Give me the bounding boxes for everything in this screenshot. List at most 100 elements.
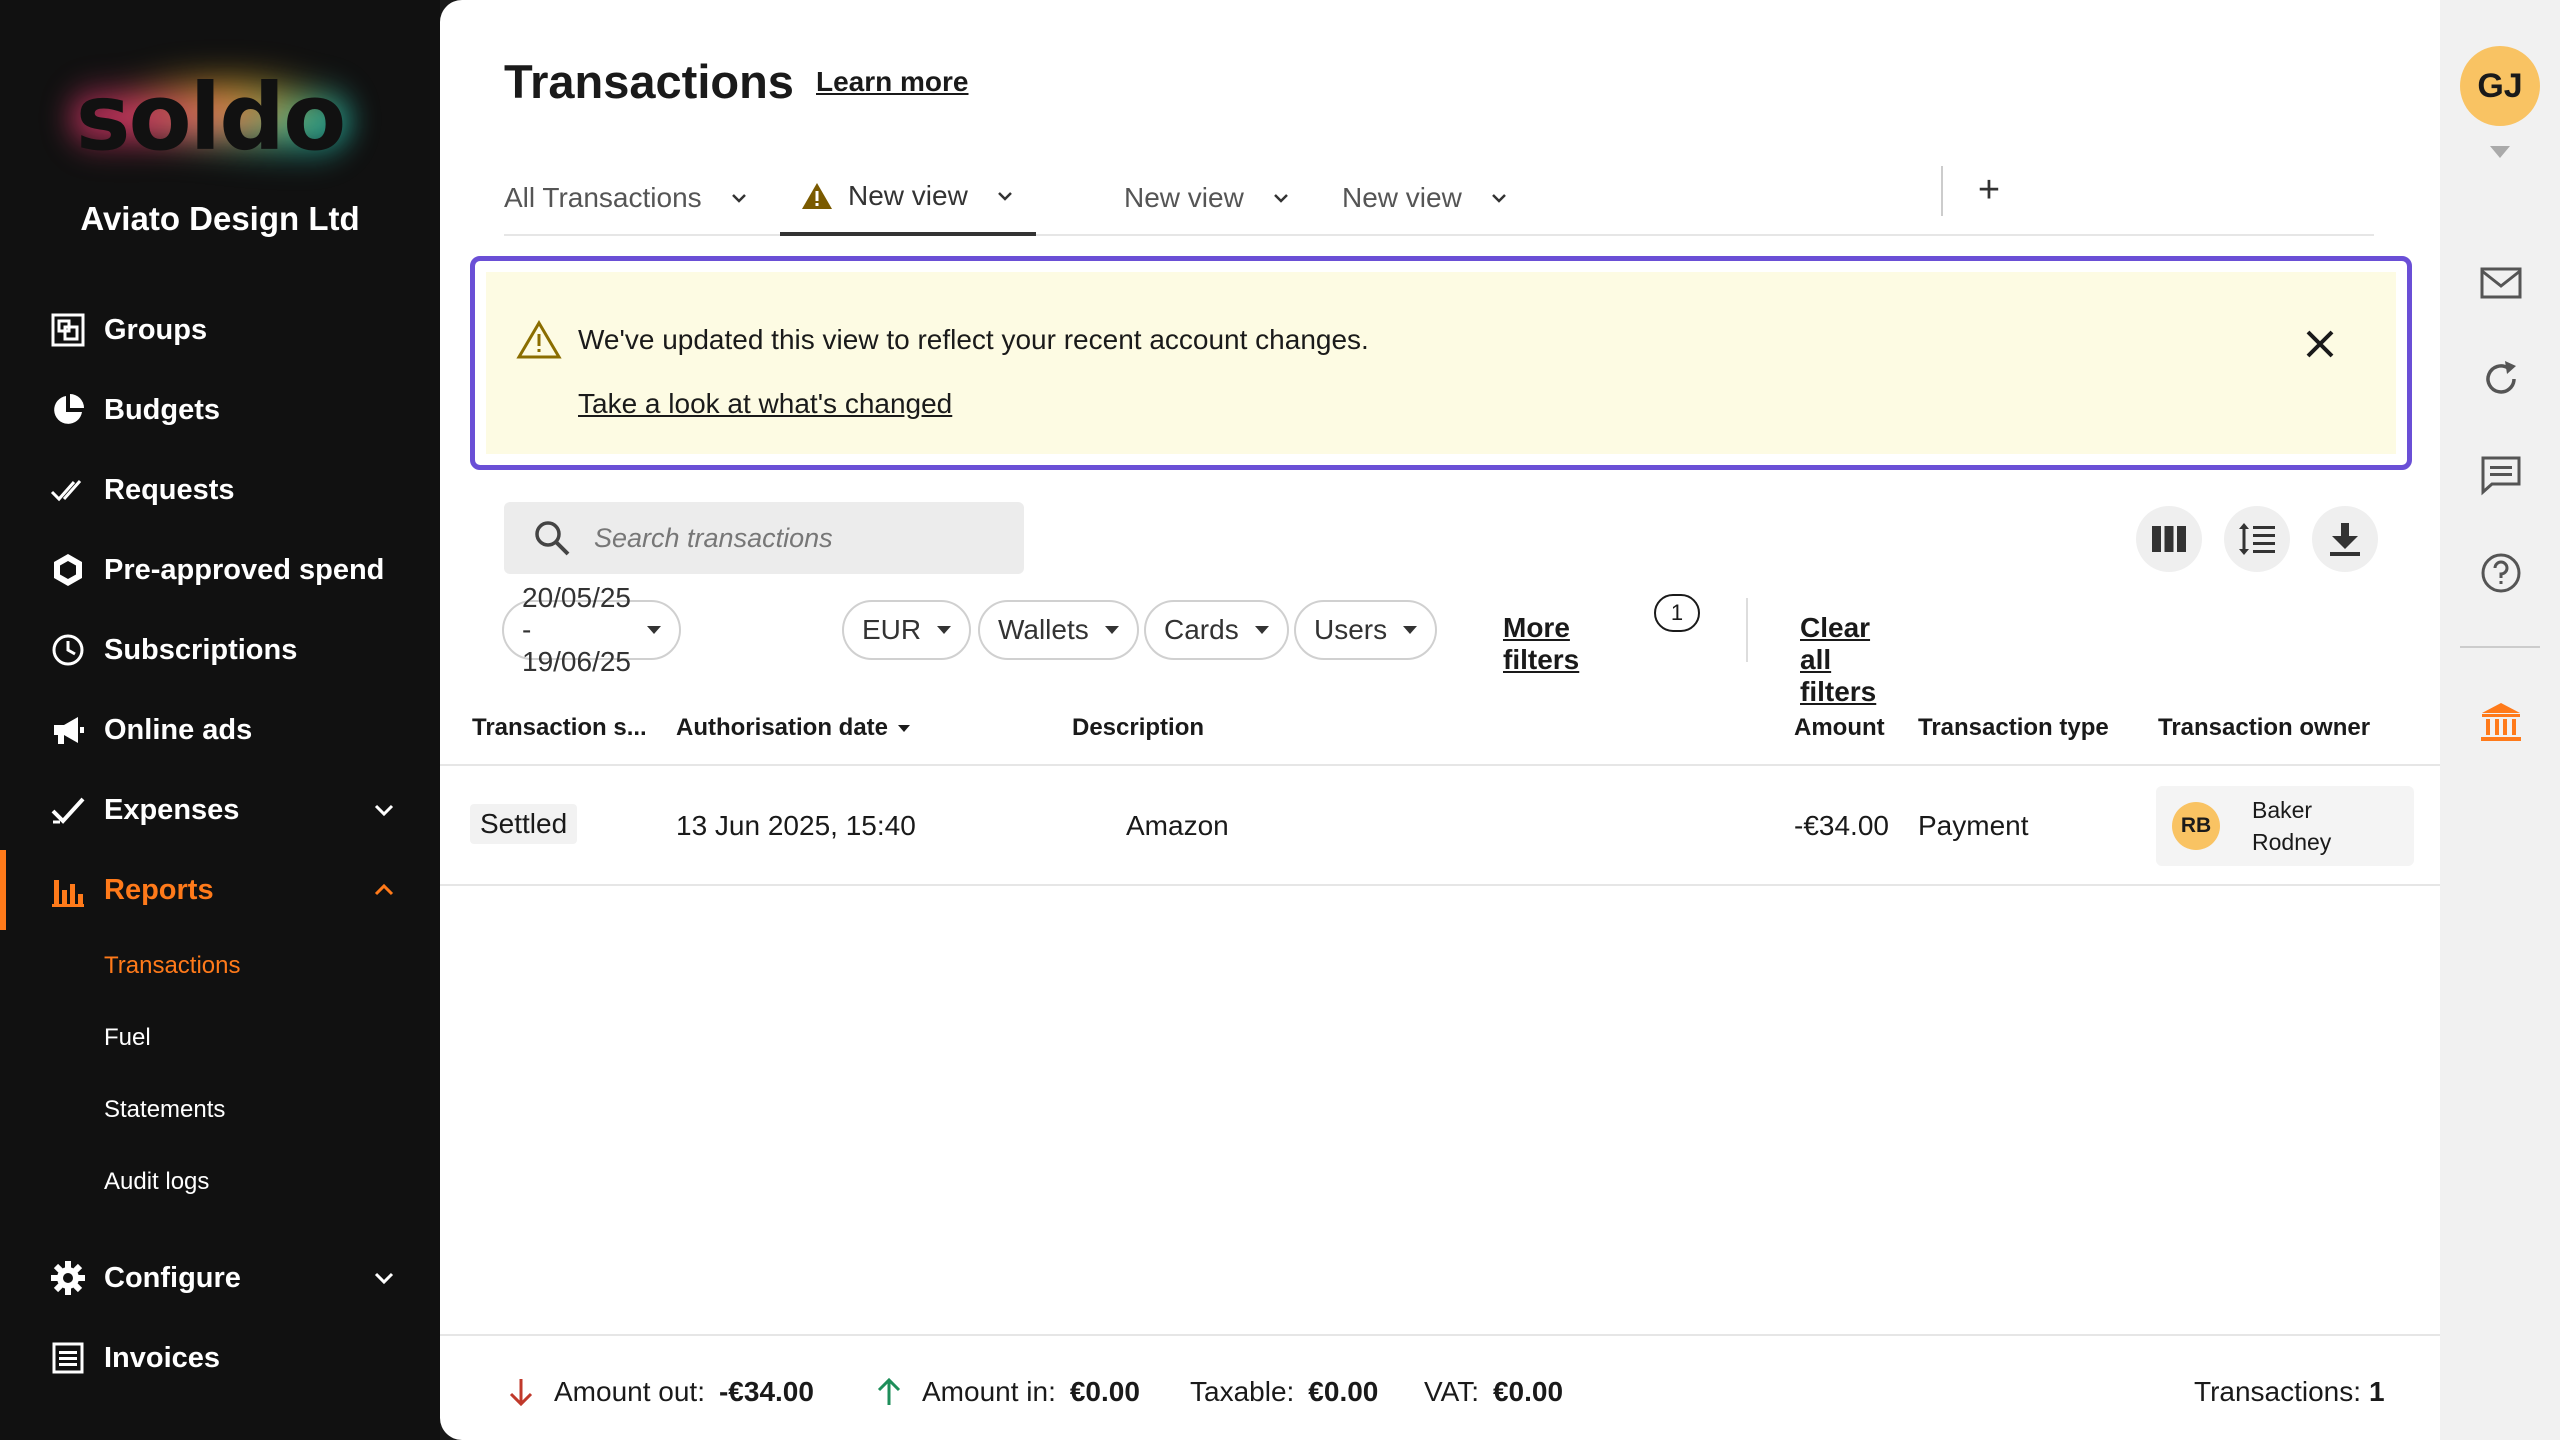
tab-new-view-3[interactable]: New view [1342, 160, 1510, 236]
search-box[interactable] [504, 502, 1024, 574]
tab-new-view-active[interactable]: New view [780, 160, 1036, 236]
add-view-button[interactable]: + [1964, 160, 2014, 220]
columns-icon [2152, 526, 2186, 552]
chevron-up-icon[interactable] [370, 876, 398, 904]
check-icon [50, 792, 86, 828]
transactions-count: Transactions: 1 [2194, 1376, 2385, 1408]
chevron-down-icon[interactable] [728, 187, 750, 209]
whats-changed-link[interactable]: Take a look at what's changed [578, 388, 952, 420]
warning-icon [516, 320, 562, 359]
caret-down-icon[interactable] [2490, 146, 2510, 158]
bank-icon[interactable] [2478, 700, 2524, 746]
users-filter[interactable]: Users [1294, 600, 1438, 660]
column-header-type[interactable]: Transaction type [1918, 714, 2109, 742]
sidebar-subitem-transactions[interactable]: Transactions [0, 930, 440, 1002]
chip-label: Wallets [998, 614, 1089, 645]
sidebar-subitem-fuel[interactable]: Fuel [0, 1002, 440, 1074]
cell-description: Amazon [1126, 810, 1229, 841]
chevron-down-icon[interactable] [1270, 187, 1292, 209]
owner-first-name: Baker [2252, 797, 2313, 823]
sidebar-item-label: Pre-approved spend [104, 553, 385, 586]
tab-new-view-2[interactable]: New view [1124, 160, 1292, 236]
mail-icon[interactable] [2478, 260, 2524, 306]
amount-out-total: Amount out: -€34.00 [506, 1376, 814, 1408]
chevron-down-icon[interactable] [994, 185, 1016, 207]
clear-all-filters-link[interactable]: Clear all filters [1800, 612, 1876, 708]
tab-label: New view [1342, 182, 1462, 213]
chevron-down-icon[interactable] [1488, 187, 1510, 209]
search-input[interactable] [594, 522, 994, 554]
column-header-auth-date[interactable]: Authorisation date [676, 714, 911, 742]
sidebar-item-expenses[interactable]: Expenses [0, 770, 440, 850]
filter-divider [1746, 598, 1748, 662]
amount-in-total: Amount in: €0.00 [874, 1376, 1140, 1408]
sidebar-item-requests[interactable]: Requests [0, 450, 440, 530]
sidebar-item-label: Requests [104, 473, 235, 506]
columns-button[interactable] [2136, 506, 2202, 572]
sidebar: soldo Aviato Design Ltd Groups Budgets R… [0, 0, 440, 1440]
column-header-status[interactable]: Transaction s... [472, 714, 647, 742]
pie-chart-icon [50, 392, 86, 428]
sidebar-item-budgets[interactable]: Budgets [0, 370, 440, 450]
row-density-button[interactable] [2224, 506, 2290, 572]
chevron-down-icon[interactable] [370, 796, 398, 824]
download-button[interactable] [2312, 506, 2378, 572]
vat-label: VAT: [1424, 1376, 1479, 1407]
currency-filter[interactable]: EUR [842, 600, 972, 660]
more-filters-link[interactable]: More filters [1503, 612, 1579, 676]
column-header-amount[interactable]: Amount [1794, 714, 1885, 742]
sidebar-subitem-audit-logs[interactable]: Audit logs [0, 1146, 440, 1218]
user-avatar[interactable]: GJ [2460, 46, 2540, 126]
learn-more-link[interactable]: Learn more [816, 66, 969, 98]
transactions-count-value: 1 [2369, 1376, 2385, 1407]
help-icon[interactable] [2478, 550, 2524, 596]
tab-all-transactions[interactable]: All Transactions [504, 160, 750, 236]
table-row[interactable]: Settled 13 Jun 2025, 15:40 Amazon -€34.0… [440, 768, 2440, 886]
wallets-filter[interactable]: Wallets [978, 600, 1139, 660]
sidebar-item-reports[interactable]: Reports [0, 850, 440, 930]
tab-divider [1941, 166, 1943, 216]
sidebar-item-label: Online ads [104, 713, 253, 746]
company-name: Aviato Design Ltd [80, 200, 360, 237]
vat-value: €0.00 [1492, 1376, 1564, 1407]
gear-icon [50, 1260, 86, 1296]
sidebar-item-label: Subscriptions [104, 633, 298, 666]
sidebar-item-label: Groups [104, 313, 208, 346]
caret-down-icon [1254, 626, 1269, 634]
owner-chip[interactable]: RB Baker Rodney [2156, 786, 2414, 866]
cell-type: Payment [1918, 810, 2029, 841]
sidebar-item-configure[interactable]: Configure [0, 1238, 440, 1318]
taxable-value: €0.00 [1308, 1376, 1379, 1407]
megaphone-icon [50, 712, 86, 748]
refresh-icon[interactable] [2478, 356, 2524, 402]
sidebar-item-groups[interactable]: Groups [0, 290, 440, 370]
sidebar-item-invoices[interactable]: Invoices [0, 1318, 440, 1398]
sidebar-item-subscriptions[interactable]: Subscriptions [0, 610, 440, 690]
chat-icon[interactable] [2478, 452, 2524, 498]
chevron-down-icon[interactable] [370, 1264, 398, 1292]
amount-in-label: Amount in: [922, 1376, 1056, 1407]
vat-total: VAT: €0.00 [1424, 1376, 1563, 1408]
sidebar-item-label: Reports [104, 873, 214, 906]
sidebar-item-pre-approved-spend[interactable]: Pre-approved spend [0, 530, 440, 610]
sort-caret-icon [898, 725, 911, 733]
sidebar-subitem-statements[interactable]: Statements [0, 1074, 440, 1146]
cell-auth-date: 13 Jun 2025, 15:40 [676, 810, 916, 841]
taxable-total: Taxable: €0.00 [1190, 1376, 1378, 1408]
warning-icon [802, 183, 832, 209]
column-header-owner[interactable]: Transaction owner [2158, 714, 2370, 742]
taxable-label: Taxable: [1190, 1376, 1295, 1407]
sidebar-item-online-ads[interactable]: Online ads [0, 690, 440, 770]
sidebar-nav: Groups Budgets Requests Pre-approved spe… [0, 290, 440, 1398]
transactions-count-label: Transactions: [2194, 1376, 2362, 1407]
date-range-filter[interactable]: 20/05/25 - 19/06/25 [502, 582, 681, 677]
invoice-icon [50, 1340, 86, 1376]
cards-filter[interactable]: Cards [1144, 600, 1289, 660]
close-icon[interactable] [2300, 324, 2340, 364]
banner-body: We've updated this view to reflect your … [486, 272, 2396, 454]
amount-out-label: Amount out: [554, 1376, 705, 1407]
sidebar-item-label: Expenses [104, 793, 240, 826]
soldo-logo[interactable]: soldo [60, 58, 360, 178]
column-header-description[interactable]: Description [1072, 714, 1204, 742]
page-title: Transactions [504, 55, 794, 108]
